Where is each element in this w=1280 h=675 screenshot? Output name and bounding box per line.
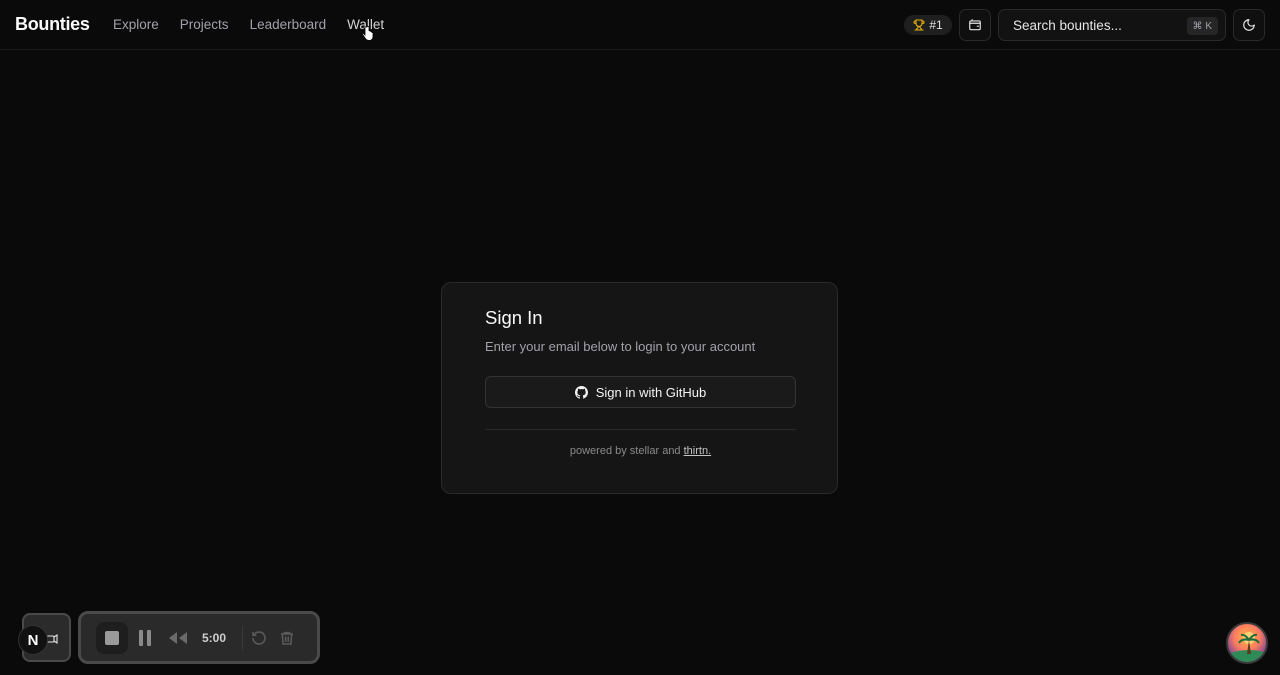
- nav-explore[interactable]: Explore: [113, 17, 159, 32]
- avatar-image: [1228, 632, 1266, 662]
- pause-icon[interactable]: [138, 630, 152, 646]
- hand-cursor-icon: [362, 26, 374, 41]
- nextjs-badge[interactable]: N: [18, 625, 48, 655]
- moon-icon: [1243, 19, 1255, 31]
- rewind-icon[interactable]: [168, 630, 188, 646]
- rank-badge[interactable]: #1: [904, 15, 952, 35]
- nav-leaderboard[interactable]: Leaderboard: [250, 17, 327, 32]
- github-icon: [574, 385, 588, 399]
- signin-card: Sign In Enter your email below to login …: [441, 282, 838, 494]
- card-divider: [485, 429, 796, 430]
- rank-value: #1: [929, 18, 943, 32]
- stop-icon: [105, 631, 119, 645]
- top-navbar: Bounties Explore Projects Leaderboard Wa…: [0, 0, 1280, 50]
- wallet-icon: [969, 19, 981, 31]
- thirtn-link[interactable]: thirtn.: [684, 445, 712, 457]
- trophy-icon: [913, 19, 925, 31]
- search-input[interactable]: Search bounties... ⌘ K: [998, 9, 1226, 41]
- search-shortcut-hint: ⌘ K: [1186, 17, 1218, 35]
- toolbar-divider: [242, 626, 243, 650]
- github-button-label: Sign in with GitHub: [595, 384, 707, 400]
- signin-description: Enter your email below to login to your …: [485, 339, 756, 354]
- nav-projects[interactable]: Projects: [180, 17, 229, 32]
- trash-icon[interactable]: [279, 629, 295, 647]
- powered-by-text: powered by stellar and thirtn.: [442, 445, 839, 457]
- github-signin-button[interactable]: Sign in with GitHub: [485, 376, 796, 408]
- recording-timer: 5:00: [202, 631, 227, 645]
- powered-prefix: powered by stellar and: [569, 445, 684, 457]
- signin-title: Sign In: [485, 307, 543, 328]
- user-avatar[interactable]: [1226, 622, 1268, 664]
- theme-toggle-button[interactable]: [1233, 9, 1265, 41]
- search-placeholder: Search bounties...: [1013, 17, 1122, 33]
- wallet-button[interactable]: [959, 9, 991, 41]
- brand-logo[interactable]: Bounties: [15, 14, 90, 35]
- restart-icon[interactable]: [251, 630, 267, 646]
- stop-recording-button[interactable]: [96, 622, 128, 654]
- app-root: Bounties Explore Projects Leaderboard Wa…: [0, 0, 1280, 675]
- screen-recorder-toolbar: 5:00: [78, 611, 320, 664]
